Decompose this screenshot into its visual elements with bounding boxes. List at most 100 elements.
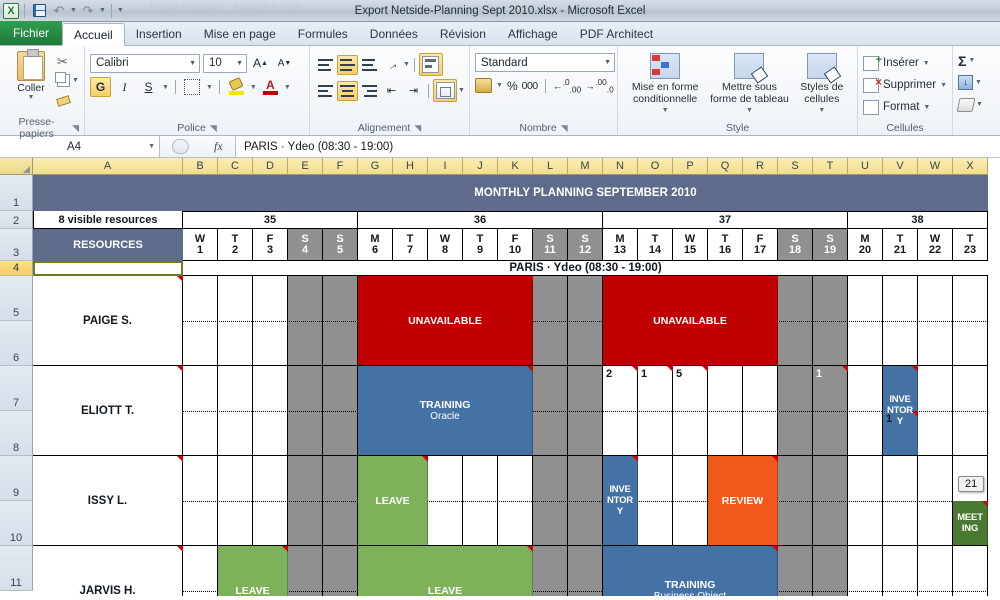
column-header-H[interactable]: H bbox=[393, 158, 428, 175]
number-format-select[interactable]: Standard ▼ bbox=[475, 53, 615, 72]
paste-button[interactable]: Coller ▼ bbox=[5, 49, 57, 101]
row-header-3[interactable]: 3 bbox=[0, 229, 33, 261]
event-block[interactable]: TRAINING Business Object bbox=[603, 546, 778, 596]
font-family-select[interactable]: Calibri ▼ bbox=[90, 53, 200, 73]
column-header-R[interactable]: R bbox=[743, 158, 778, 175]
grid-cell[interactable] bbox=[918, 546, 953, 596]
day-header-11[interactable]: S 11 bbox=[533, 229, 568, 261]
align-top-button[interactable] bbox=[315, 55, 336, 75]
format-painter-button[interactable] bbox=[57, 91, 79, 108]
decrease-font-size-button[interactable]: A ▼ bbox=[274, 53, 295, 73]
day-header-6[interactable]: M6 bbox=[358, 229, 393, 261]
autosum-button[interactable]: Σ ▼ bbox=[958, 51, 987, 70]
column-header-U[interactable]: U bbox=[848, 158, 883, 175]
currency-icon[interactable] bbox=[475, 78, 492, 94]
redo-dropdown-icon[interactable]: ▼ bbox=[99, 7, 106, 14]
day-header-22[interactable]: W 22 bbox=[918, 229, 953, 261]
day-header-13[interactable]: M 13 bbox=[603, 229, 638, 261]
row-header-6[interactable]: 6 bbox=[0, 321, 33, 366]
undo-icon[interactable]: ↶ bbox=[50, 2, 68, 20]
column-header-P[interactable]: P bbox=[673, 158, 708, 175]
align-right-button[interactable] bbox=[359, 81, 380, 101]
percent-style-button[interactable]: % bbox=[507, 79, 518, 93]
tab-affichage[interactable]: Affichage bbox=[497, 22, 569, 45]
insert-cells-button[interactable]: Insérer▼ bbox=[863, 53, 930, 73]
day-header-2[interactable]: T2 bbox=[218, 229, 253, 261]
customize-qat-icon[interactable]: ▼ bbox=[117, 7, 124, 14]
resource-name-cell[interactable]: ISSY L. bbox=[33, 456, 183, 546]
increase-decimal-button[interactable]: ←.0.00 bbox=[553, 77, 582, 94]
tab-accueil[interactable]: Accueil bbox=[62, 23, 125, 46]
column-header-K[interactable]: K bbox=[498, 158, 533, 175]
currency-dropdown-icon[interactable]: ▼ bbox=[496, 82, 503, 89]
decrease-decimal-button[interactable]: →.00.0 bbox=[585, 77, 614, 94]
bold-button[interactable]: G bbox=[90, 77, 111, 97]
tab-formules[interactable]: Formules bbox=[287, 22, 359, 45]
day-header-21[interactable]: T 21 bbox=[883, 229, 918, 261]
underline-button[interactable]: S bbox=[138, 77, 159, 97]
formula-input[interactable]: PARIS · Ydeo (08:30 - 19:00) bbox=[236, 136, 1000, 157]
grid-cell[interactable] bbox=[883, 546, 918, 596]
cell-styles-button[interactable]: Styles de cellules ▼ bbox=[792, 53, 852, 117]
copy-button[interactable]: ▼ bbox=[55, 72, 79, 89]
day-header-9[interactable]: T9 bbox=[463, 229, 498, 261]
row-header-9[interactable]: 9 bbox=[0, 456, 33, 501]
row-header-2[interactable]: 2 bbox=[0, 211, 33, 229]
event-block[interactable]: MEET ING bbox=[953, 501, 988, 545]
column-header-L[interactable]: L bbox=[533, 158, 568, 175]
tab-mise-en-page[interactable]: Mise en page bbox=[193, 22, 287, 45]
column-header-N[interactable]: N bbox=[603, 158, 638, 175]
quick-access-toolbar[interactable]: X ↶ ▼ ↷ ▼ ▼ bbox=[0, 0, 124, 21]
comma-style-button[interactable]: 000 bbox=[522, 80, 539, 92]
format-cells-button[interactable]: Format ▼ bbox=[863, 97, 930, 117]
day-header-16[interactable]: T 16 bbox=[708, 229, 743, 261]
column-header-B[interactable]: B bbox=[183, 158, 218, 175]
event-block[interactable]: LEAVE bbox=[218, 546, 288, 596]
resource-name-cell[interactable]: JARVIS H. bbox=[33, 546, 183, 596]
grid-cell[interactable] bbox=[813, 546, 848, 596]
row-header-5[interactable]: 5 bbox=[0, 276, 33, 321]
column-header-S[interactable]: S bbox=[778, 158, 813, 175]
day-header-15[interactable]: W 15 bbox=[673, 229, 708, 261]
dialog-launcher-icon[interactable]: ◥ bbox=[72, 123, 79, 134]
dialog-launcher-icon[interactable]: ◥ bbox=[414, 123, 421, 134]
day-header-3[interactable]: F3 bbox=[253, 229, 288, 261]
column-header-W[interactable]: W bbox=[918, 158, 953, 175]
fill-color-button[interactable] bbox=[226, 76, 247, 97]
underline-dropdown-icon[interactable]: ▼ bbox=[162, 84, 169, 91]
event-block[interactable]: UNAVAILABLE bbox=[603, 276, 778, 365]
tab-revision[interactable]: Révision bbox=[429, 22, 497, 45]
day-header-7[interactable]: T7 bbox=[393, 229, 428, 261]
delete-cells-button[interactable]: Supprimer▼ bbox=[863, 75, 947, 95]
conditional-formatting-button[interactable]: Mise en forme conditionnelle ▼ bbox=[623, 53, 707, 117]
day-header-12[interactable]: S 12 bbox=[568, 229, 603, 261]
fill-color-dropdown-icon[interactable]: ▼ bbox=[250, 84, 257, 91]
column-header-X[interactable]: X bbox=[953, 158, 988, 175]
ribbon-tab-bar[interactable]: Fichier Accueil Insertion Mise en page F… bbox=[0, 21, 1000, 46]
borders-dropdown-icon[interactable]: ▼ bbox=[206, 84, 213, 91]
dialog-launcher-icon[interactable]: ◥ bbox=[210, 123, 217, 134]
column-header-row[interactable]: ABCDEFGHIJKLMNOPQRSTUVWX bbox=[0, 158, 1000, 175]
column-header-D[interactable]: D bbox=[253, 158, 288, 175]
align-center-button[interactable] bbox=[337, 80, 358, 101]
grid-cell[interactable] bbox=[533, 546, 568, 596]
grid-cell[interactable] bbox=[953, 546, 988, 596]
row-header-8[interactable]: 8 bbox=[0, 411, 33, 456]
row-header-4[interactable]: 4 bbox=[0, 261, 33, 276]
day-header-10[interactable]: F 10 bbox=[498, 229, 533, 261]
select-all-corner[interactable] bbox=[0, 158, 33, 175]
tab-insertion[interactable]: Insertion bbox=[125, 22, 193, 45]
grid-cell[interactable] bbox=[288, 546, 323, 596]
day-header-14[interactable]: T 14 bbox=[638, 229, 673, 261]
font-size-select[interactable]: 10 ▼ bbox=[203, 53, 247, 73]
column-header-C[interactable]: C bbox=[218, 158, 253, 175]
column-header-F[interactable]: F bbox=[323, 158, 358, 175]
day-header-20[interactable]: M 20 bbox=[848, 229, 883, 261]
grid-cell[interactable] bbox=[323, 546, 358, 596]
merge-cells-button[interactable] bbox=[433, 79, 457, 102]
increase-font-size-button[interactable]: A ▲ bbox=[250, 53, 271, 73]
day-header-4[interactable]: S4 bbox=[288, 229, 323, 261]
align-left-button[interactable] bbox=[315, 81, 336, 101]
event-block[interactable]: LEAVE bbox=[358, 546, 533, 596]
fill-button[interactable]: ↓ ▼ bbox=[958, 73, 987, 92]
